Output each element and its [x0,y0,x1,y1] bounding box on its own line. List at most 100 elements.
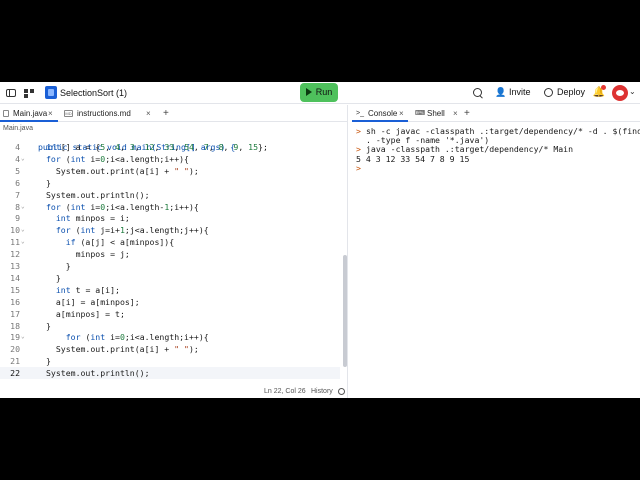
workspace-menu-icon[interactable] [22,86,36,100]
run-label: Run [315,87,333,97]
chevron-down-icon[interactable]: ⌄ [629,87,636,96]
line-number: 11 [10,237,20,248]
close-icon[interactable]: × [146,105,151,122]
history-icon[interactable] [338,388,345,395]
add-user-icon: 👤 [495,87,507,97]
line-number: 12 [10,249,20,260]
code-line[interactable]: 12 minpos = j; [0,248,340,260]
tab-label: instructions.md [77,109,131,118]
code-text: System.out.print(a[i] + " "); [46,344,199,355]
code-line[interactable]: 4 ⌄ for (int i=0;i<a.length;i++){ [0,153,340,165]
code-line[interactable]: 4 int[] a = {5, 4, 3, 12, 33, 54, 7, 8, 9… [0,141,340,153]
deploy-label: Deploy [557,87,586,97]
code-line[interactable]: 18} [0,320,340,332]
breadcrumb[interactable]: Main.java [0,123,348,135]
line-number: 8 [15,201,20,212]
close-icon[interactable]: × [399,105,404,122]
fold-chevron-icon[interactable]: ⌄ [21,153,25,165]
line-number: 13 [10,261,20,271]
tab-instructions-md[interactable]: MD instructions.md × [60,105,156,122]
deploy-button[interactable]: Deploy [539,83,586,102]
prompt-chevron-icon: > [356,162,361,173]
code-text: System.out.println(); [46,189,150,200]
line-number: 22 [10,368,20,379]
code-line[interactable]: 17 a[minpos] = t; [0,308,340,320]
line-number: 6 [15,177,20,188]
code-text: } [46,320,51,331]
line-number: 16 [10,296,20,307]
line-number: 17 [10,308,20,319]
code-text: int[] a = {5, 4, 3, 12, 33, 54, 7, 8, 9,… [46,142,268,152]
tab-shell[interactable]: ⌨ Shell × [412,105,462,122]
replit-workspace: SelectionSort (1) Run 👤 Invite Deploy 🔔 ⌄… [0,82,640,398]
code-text: a[minpos] = t; [46,308,125,319]
fold-chevron-icon[interactable]: ⌄ [21,224,25,236]
code-text: minpos = j; [46,249,130,260]
code-line[interactable]: 20 System.out.print(a[i] + " "); [0,343,340,355]
fold-chevron-icon[interactable]: ⌄ [21,331,25,343]
code-text: } [46,356,51,367]
shell-icon: ⌨ [415,110,426,117]
editor-status-bar: Ln 22, Col 26 History [0,385,348,398]
code-text: int t = a[i]; [55,284,120,295]
run-button[interactable]: Run [300,83,338,102]
sidebar-toggle-icon[interactable] [4,86,18,100]
invite-button[interactable]: 👤 Invite [492,83,534,102]
invite-label: Invite [509,87,531,97]
code-editor[interactable]: public static void main(String[] args) {… [0,135,340,385]
code-line[interactable]: 16 a[i] = a[minpos]; [0,296,340,308]
tab-label: Shell [427,109,445,118]
code-text: int minpos = i; [55,213,130,224]
code-text: System.out.print(a[i] + " "); [46,165,199,176]
code-line[interactable]: 10 ⌄ for (int j=i+1;j<a.length;j++){ [0,224,340,236]
console-text: 5 4 3 12 33 54 7 8 9 15 [356,153,470,164]
history-button[interactable]: History [311,385,333,398]
repl-logo-icon[interactable] [45,86,57,99]
console-tab-bar: >_ Console × ⌨ Shell × + [352,105,640,122]
prompt-chevron-icon: > [356,126,361,136]
line-number: 19 [10,332,20,343]
code-text: } [46,261,71,271]
close-icon[interactable]: × [453,105,458,122]
code-line[interactable]: 14 } [0,272,340,284]
code-line[interactable]: 6} [0,177,340,189]
editor-scrollbar[interactable] [343,255,347,367]
tab-label: Console [368,109,398,118]
line-number: 9 [15,213,20,224]
tab-label: Main.java [13,109,48,118]
code-text: for (int i=0;i<a.length;i++){ [65,332,209,343]
markdown-icon: MD [64,110,73,117]
code-line[interactable]: 8 ⌄ for (int i=0;i<a.length-1;i++){ [0,201,340,213]
code-line[interactable]: 21} [0,355,340,367]
tab-console[interactable]: >_ Console × [352,105,408,122]
add-tab-button[interactable]: + [464,105,476,122]
code-line[interactable]: 22 System.out.println(); [0,367,340,380]
tab-main-java[interactable]: Main.java × [0,105,58,122]
console-icon: >_ [356,110,364,117]
fold-chevron-icon[interactable]: ⌄ [21,201,25,213]
code-line[interactable]: 19 ⌄ for (int i=0;i<a.length;i++){ [0,331,340,343]
repl-name[interactable]: SelectionSort (1) [60,86,127,100]
code-line[interactable]: 9 int minpos = i; [0,212,340,224]
code-text: a[i] = a[minpos]; [46,296,140,307]
code-text: for (int j=i+1;j<a.length;j++){ [55,225,209,236]
line-number: 5 [15,165,20,176]
editor-pane: Main.java × MD instructions.md × + Main.… [0,105,348,398]
close-icon[interactable]: × [48,105,53,122]
search-icon[interactable] [471,86,485,100]
code-line[interactable]: 5 System.out.print(a[i] + " "); [0,165,340,177]
code-line[interactable]: 11 ⌄ if (a[j] < a[minpos]){ [0,236,340,248]
code-line[interactable]: 15 int t = a[i]; [0,284,340,296]
code-text: System.out.println(); [46,368,150,379]
line-number: 15 [10,284,20,295]
avatar[interactable] [612,85,628,101]
deploy-icon [544,88,553,97]
add-tab-button[interactable]: + [163,105,175,122]
play-icon [305,88,312,96]
code-line[interactable]: 13 } [0,260,340,272]
code-line[interactable]: 7 System.out.println(); [0,189,340,201]
line-number: 14 [10,272,20,283]
fold-chevron-icon[interactable]: ⌄ [21,236,25,248]
cursor-position[interactable]: Ln 22, Col 26 [264,385,306,398]
line-number: 18 [10,320,20,331]
